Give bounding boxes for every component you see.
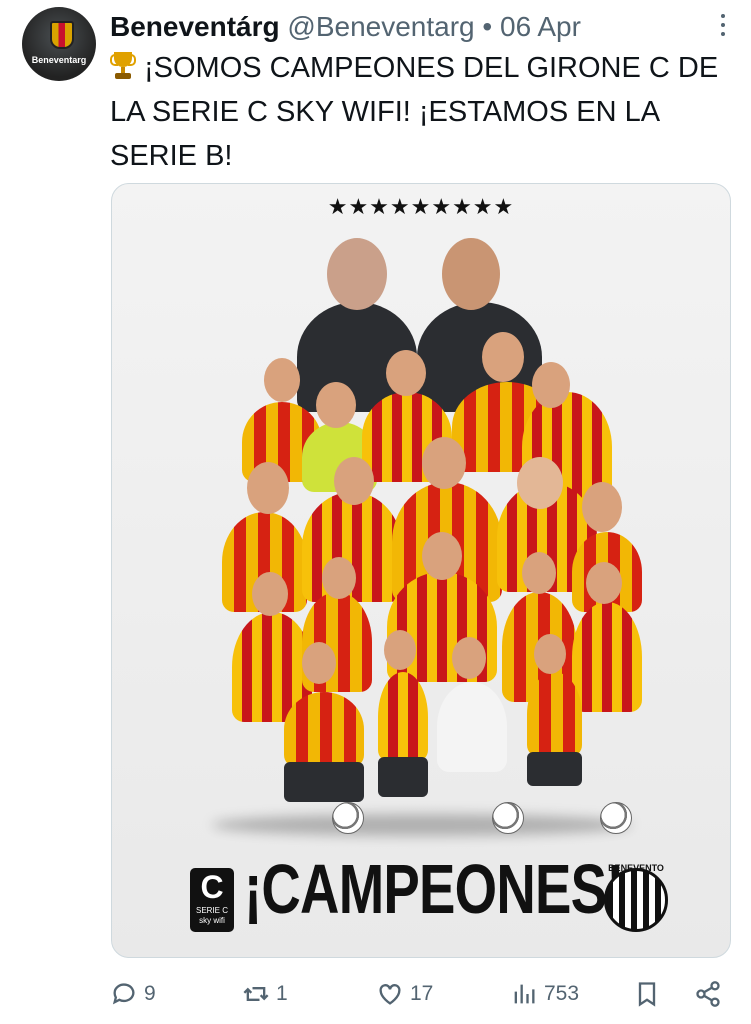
serie-c-sponsor: sky wifi (199, 916, 225, 925)
serie-c-logo: C SERIE C sky wifi (190, 868, 234, 932)
tweet-date[interactable]: 06 Apr (500, 11, 581, 42)
bookmark-button[interactable] (633, 976, 661, 1012)
tweet-actions-bar: 9 1 17 753 (110, 976, 730, 1012)
tweet-header: Beneventárg @Beneventarg • 06 Apr (110, 10, 721, 44)
author-avatar[interactable]: Beneventarg (22, 7, 96, 81)
trophy-icon (110, 52, 136, 80)
serie-c-text: SERIE C (195, 906, 228, 915)
club-crest-icon (50, 21, 74, 49)
stars-row: ★★★★★★★★★ (327, 194, 515, 219)
views-button[interactable]: 753 (510, 976, 579, 1012)
separator: • (482, 11, 493, 42)
repost-count: 1 (276, 982, 288, 1005)
floor-shadow (212, 814, 632, 836)
heart-icon (379, 984, 401, 1005)
share-icon (696, 981, 720, 1007)
author-handle[interactable]: @Beneventarg (287, 11, 474, 42)
reply-count: 9 (144, 982, 156, 1005)
reply-button[interactable]: 9 (110, 976, 156, 1012)
views-count: 753 (544, 982, 580, 1005)
author-name[interactable]: Beneventárg (110, 11, 280, 42)
avatar-caption: Beneventarg (31, 55, 87, 65)
tweet-media-image[interactable]: ★★★★★★★★★ C SERIE C sky wifi ¡CAMPEONES!… (111, 183, 731, 958)
benevento-club-logo: BENEVENTO (604, 863, 668, 932)
repost-button[interactable]: 1 (242, 976, 288, 1012)
club-logo-text: BENEVENTO (608, 863, 664, 873)
tweet-text-block: ¡SOMOS CAMPEONES DEL GIRONE C DE LA SERI… (110, 46, 730, 178)
team-photo-collage (192, 232, 652, 842)
more-icon[interactable] (719, 14, 727, 41)
football-2 (492, 802, 524, 834)
bookmark-icon (638, 982, 656, 1007)
reply-icon (112, 983, 135, 1005)
repost-icon (243, 987, 269, 1001)
football-1 (332, 802, 364, 834)
serie-c-mark: C (200, 869, 224, 905)
campeones-headline: ¡CAMPEONES! (244, 850, 624, 928)
views-icon (514, 984, 535, 1004)
like-count: 17 (410, 982, 434, 1005)
tweet-text: ¡SOMOS CAMPEONES DEL GIRONE C DE LA SERI… (110, 52, 719, 172)
share-button[interactable] (694, 976, 722, 1012)
football-3 (600, 802, 632, 834)
like-button[interactable]: 17 (376, 976, 433, 1012)
